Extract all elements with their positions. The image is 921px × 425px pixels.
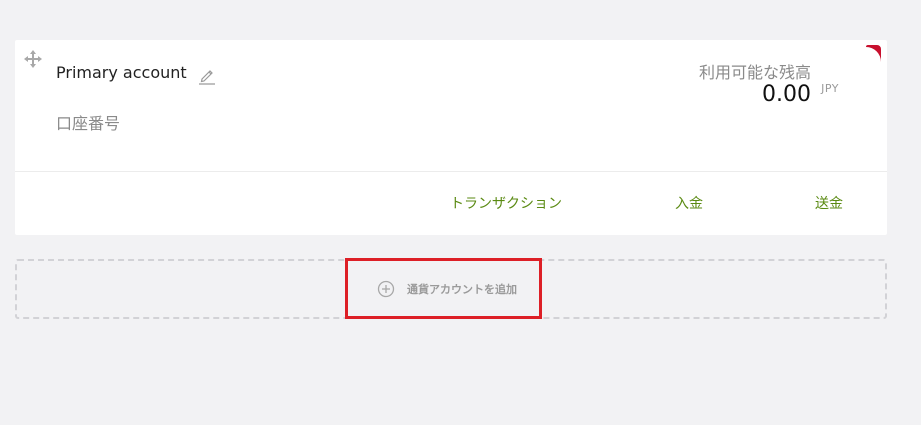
available-balance-label: 利用可能な残高 (698, 63, 811, 82)
account-name: Primary account (56, 63, 187, 82)
balance-currency: JPY (821, 82, 839, 95)
send-link[interactable]: 送金 (815, 193, 843, 213)
card-divider (15, 171, 887, 172)
currency-flag-icon (864, 45, 881, 62)
balance-amount: 0.00 (762, 82, 811, 107)
account-card: Primary account 口座番号 利用可能な残高 0.00 JPY トラ… (15, 40, 887, 235)
move-icon[interactable] (24, 50, 42, 68)
add-currency-account-content: 通貨アカウントを追加 (377, 280, 517, 298)
transactions-link[interactable]: トランザクション (450, 193, 562, 213)
deposit-link[interactable]: 入金 (675, 193, 703, 213)
add-currency-account-label: 通貨アカウントを追加 (407, 283, 517, 296)
add-currency-account-button[interactable]: 通貨アカウントを追加 (15, 259, 887, 319)
plus-circle-icon (377, 280, 395, 298)
account-number-label: 口座番号 (56, 114, 121, 133)
pencil-icon[interactable] (198, 67, 216, 85)
